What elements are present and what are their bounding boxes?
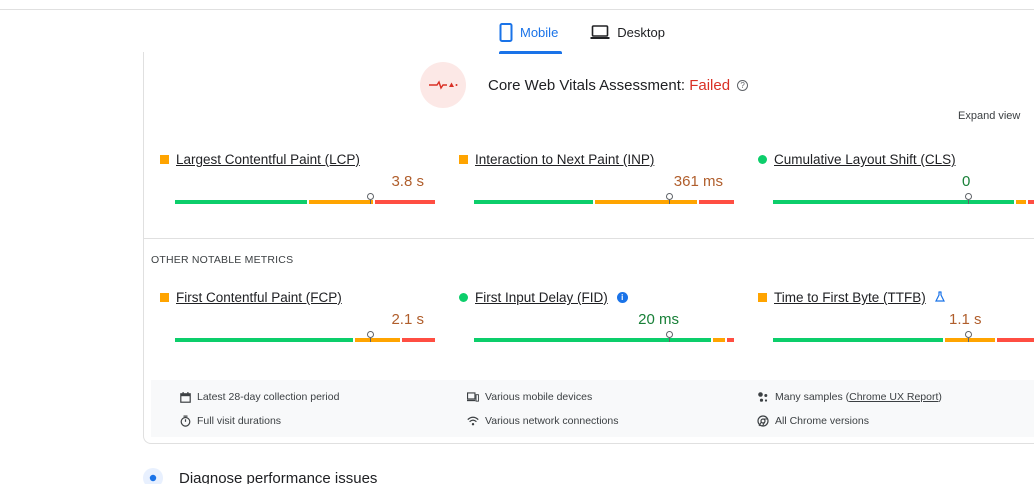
poor-segment [997,338,1034,342]
top-divider [0,9,1034,10]
metric-lcp-distribution [175,193,435,204]
assessment-title: Core Web Vitals Assessment: Failed? [488,76,749,94]
metric-fcp-distribution [175,331,435,342]
metric-fid: First Input Delay (FID) i 20 ms [459,290,734,342]
timer-icon [179,415,191,427]
metric-ttfb: Time to First Byte (TTFB) 1.1 s [758,290,1034,342]
metric-fcp-value: 2.1 s [391,311,424,328]
p75-marker-icon [367,331,374,342]
metric-ttfb-value: 1.1 s [949,311,982,328]
chrome-icon [757,415,769,427]
wifi-icon [467,415,479,427]
good-dot-icon [758,155,767,164]
metric-lcp-value: 3.8 s [391,173,424,190]
needs-improvement-square-icon [160,293,169,302]
poor-segment [402,338,435,342]
needs-improvement-square-icon [160,155,169,164]
device-tabs: Mobile Desktop [495,20,669,54]
metric-inp-link[interactable]: Interaction to Next Paint (INP) [475,152,654,167]
good-segment [773,338,943,342]
metric-lcp-link[interactable]: Largest Contentful Paint (LCP) [176,152,360,167]
diagnose-section-header: Diagnose performance issues [143,468,377,484]
p75-marker-icon [666,193,673,204]
metric-cls-value: 0 [962,173,971,190]
cwv-assessment: Core Web Vitals Assessment: Failed? [420,62,749,108]
diagnose-title: Diagnose performance issues [179,469,378,484]
metric-inp-distribution [474,193,734,204]
other-metrics-heading: OTHER NOTABLE METRICS [151,254,294,266]
metric-fcp: First Contentful Paint (FCP) 2.1 s [160,290,435,342]
needs-improvement-segment [309,200,373,204]
p75-marker-icon [965,193,972,204]
metric-fcp-link[interactable]: First Contentful Paint (FCP) [176,290,342,305]
assessment-prefix: Core Web Vitals Assessment: [488,76,690,94]
good-segment [773,200,1014,204]
poor-segment [1028,200,1034,204]
good-dot-icon [459,293,468,302]
metric-lcp: Largest Contentful Paint (LCP) 3.8 s [160,152,435,204]
chrome-ux-report-link[interactable]: Chrome UX Report [849,391,938,403]
p75-marker-icon [965,331,972,342]
visit-durations: Full visit durations [179,415,281,427]
device-types: Various mobile devices [467,391,592,403]
p75-marker-icon [666,331,673,342]
good-segment [474,338,711,342]
tab-mobile-label: Mobile [520,24,559,40]
metric-inp-value: 361 ms [673,173,723,190]
good-segment [175,338,353,342]
good-segment [474,200,593,204]
metric-fid-distribution [474,331,734,342]
p75-marker-icon [367,193,374,204]
calendar-icon [179,391,191,403]
needs-improvement-segment [595,200,697,204]
section-divider [144,238,1034,239]
phone-icon [499,22,513,42]
metric-cls: Cumulative Layout Shift (CLS) 0 [758,152,1034,204]
metric-cls-distribution [773,193,1034,204]
sample-source: Many samples (Chrome UX Report) [757,391,942,403]
poor-segment [727,338,734,342]
poor-segment [699,200,734,204]
tab-mobile[interactable]: Mobile [495,20,563,54]
diagnose-icon [143,468,163,484]
assessment-status: Failed [689,76,731,94]
poor-segment [375,200,435,204]
needs-improvement-square-icon [459,155,468,164]
needs-improvement-square-icon [758,293,767,302]
metric-ttfb-distribution [773,331,1034,342]
network-connections: Various network connections [467,415,618,427]
failed-pulse-icon [420,62,466,108]
devices-icon [467,391,479,403]
help-icon[interactable]: ? [737,79,749,91]
laptop-icon [590,24,610,40]
collection-info-panel: Latest 28-day collection period Full vis… [151,380,1034,437]
tab-desktop[interactable]: Desktop [586,20,669,44]
good-segment [175,200,307,204]
needs-improvement-segment [355,338,400,342]
collection-period: Latest 28-day collection period [179,391,339,403]
metric-fid-link[interactable]: First Input Delay (FID) [475,290,608,305]
metric-fid-value: 20 ms [638,311,679,328]
metric-ttfb-link[interactable]: Time to First Byte (TTFB) [774,290,926,305]
info-icon[interactable]: i [616,292,628,303]
metric-inp: Interaction to Next Paint (INP) 361 ms [459,152,734,204]
metric-cls-link[interactable]: Cumulative Layout Shift (CLS) [774,152,956,167]
needs-improvement-segment [1016,200,1026,204]
tab-desktop-label: Desktop [617,24,665,40]
samples-dots-icon [757,391,769,403]
needs-improvement-segment [713,338,725,342]
expand-view-button[interactable]: Expand view [958,110,1020,122]
needs-improvement-segment [945,338,995,342]
chrome-versions: All Chrome versions [757,415,869,427]
flask-icon [934,290,945,305]
